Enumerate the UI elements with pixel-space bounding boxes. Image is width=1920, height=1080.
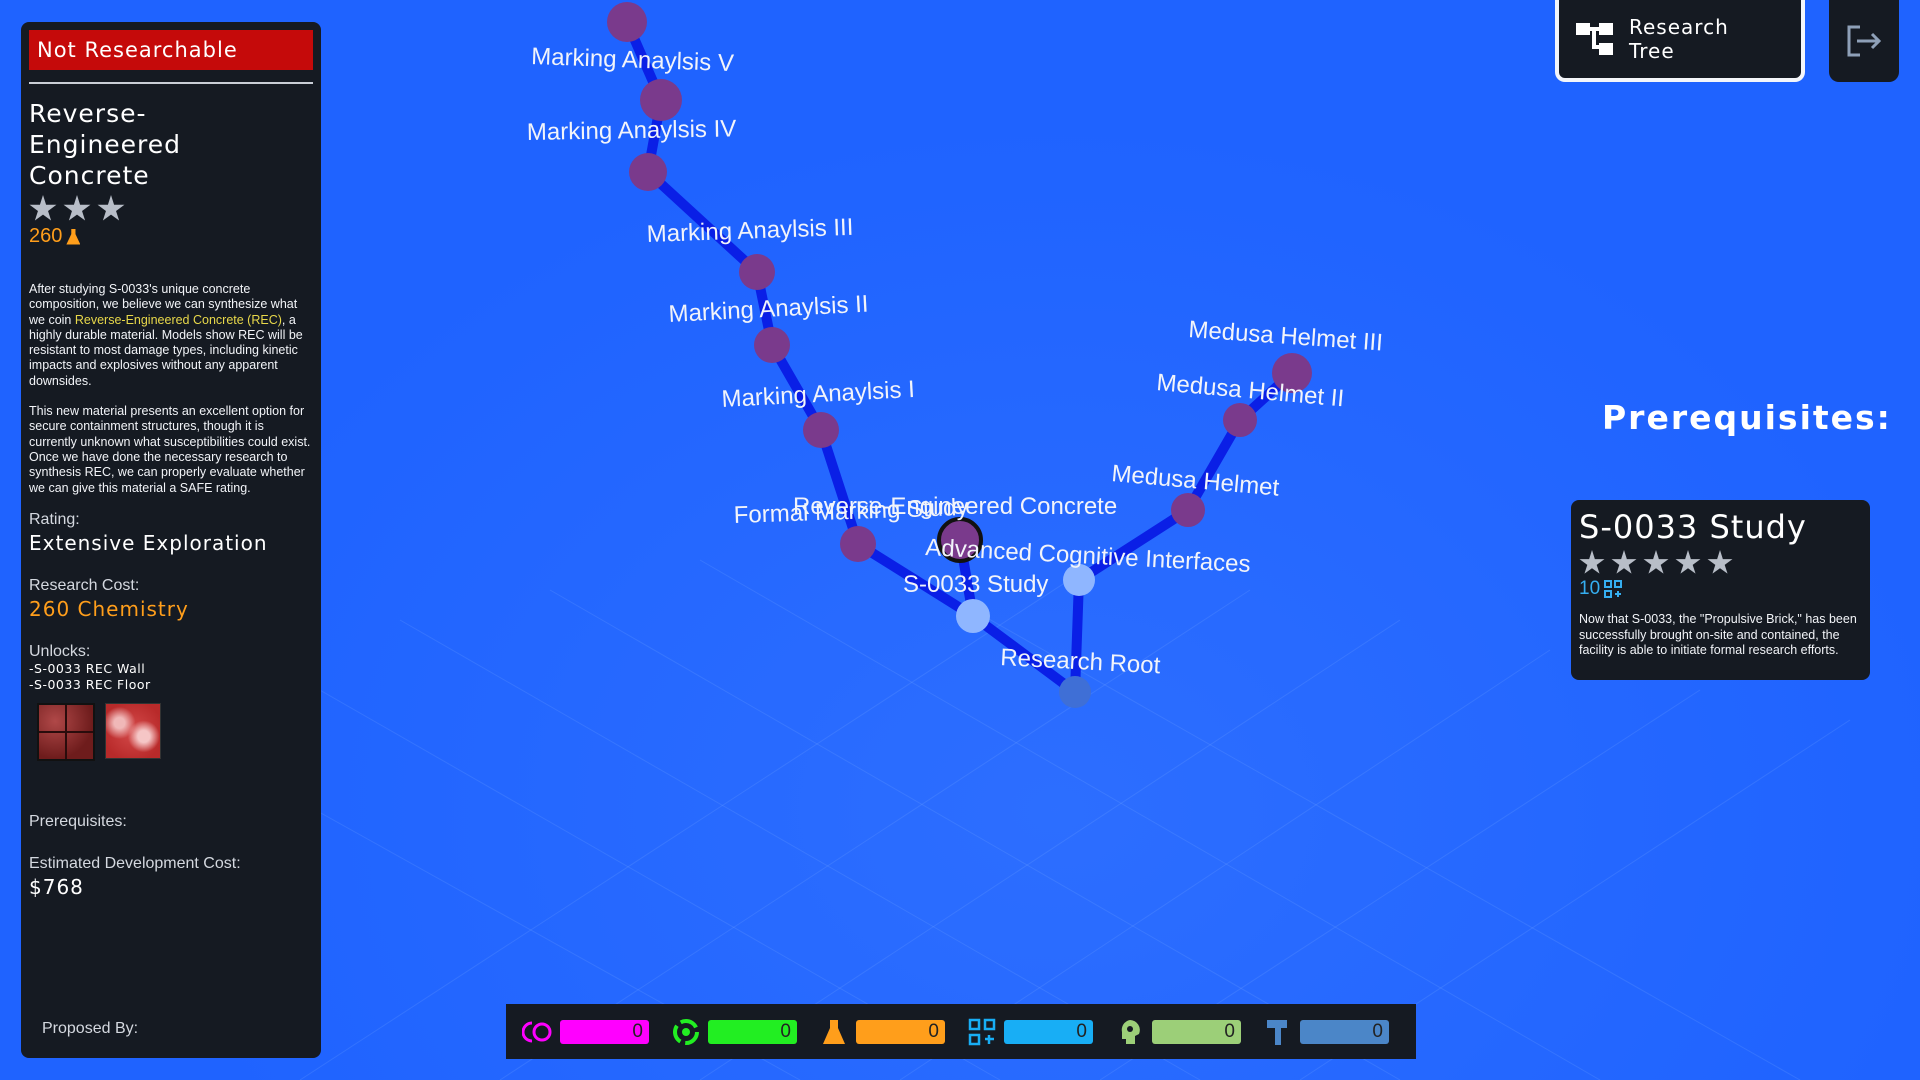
prerequisites-label: Prerequisites: xyxy=(29,812,127,830)
prerequisite-cost: 10 xyxy=(1579,578,1862,600)
prerequisites-heading: Prerequisites: xyxy=(1602,398,1892,437)
unlock-thumbnails xyxy=(37,702,313,761)
star-icon xyxy=(29,195,57,221)
tree-hierarchy-icon xyxy=(1576,23,1613,55)
label-marking-analysis-2: Marking Anaylsis II xyxy=(668,291,869,328)
head-icon xyxy=(1114,1018,1146,1046)
label-marking-analysis-5: Marking Anaylsis V xyxy=(531,43,735,77)
rating-value: Extensive Exploration xyxy=(29,530,268,555)
exit-button[interactable] xyxy=(1829,0,1899,82)
resource-containment: 0 xyxy=(522,1018,670,1046)
node-marking-analysis-4[interactable] xyxy=(640,79,682,121)
resource-engineering: 0 xyxy=(1262,1018,1410,1046)
unlock-item: -S-0033 REC Wall xyxy=(29,660,146,676)
proposed-by-label: Proposed By: xyxy=(42,1020,139,1037)
hammer-icon xyxy=(1262,1018,1294,1046)
resource-value: 0 xyxy=(1152,1019,1241,1044)
cost-value: 260 xyxy=(29,225,63,247)
rating-label: Rating: xyxy=(29,510,80,528)
node-s0033-study[interactable] xyxy=(956,599,990,633)
resource-biology: 0 xyxy=(670,1018,818,1046)
difficulty-stars xyxy=(29,195,313,223)
node-research-root[interactable] xyxy=(1059,676,1091,708)
node-marking-analysis-3[interactable] xyxy=(629,153,667,191)
star-icon xyxy=(63,195,91,221)
research-tree-label-line2: Tree xyxy=(1629,39,1675,63)
tree-labels: Marking Anaylsis V Marking Anaylsis IV M… xyxy=(527,43,1384,679)
research-tree-button[interactable]: Research Tree xyxy=(1555,0,1805,82)
prerequisite-cost-value: 10 xyxy=(1579,578,1601,599)
unlocks-label: Unlocks: xyxy=(29,642,91,660)
node-marking-analysis-2[interactable] xyxy=(739,254,775,290)
star-icon xyxy=(1707,550,1733,574)
research-info-panel: Not Researchable Reverse-Engineered Conc… xyxy=(21,22,321,1058)
resource-value: 0 xyxy=(856,1019,945,1044)
resource-value: 0 xyxy=(560,1019,649,1044)
label-medusa-helmet-3: Medusa Helmet III xyxy=(1188,316,1384,357)
description-paragraph-2: This new material presents an excellent … xyxy=(29,404,311,495)
unlock-item: -S-0033 REC Floor xyxy=(29,676,151,692)
node-medusa-helmet-2[interactable] xyxy=(1223,403,1257,437)
cost-summary: 260 xyxy=(29,225,313,248)
resource-value: 0 xyxy=(1300,1019,1389,1044)
label-s0033-study: S-0033 Study xyxy=(903,571,1048,598)
label-marking-analysis-3: Marking Anaylsis III xyxy=(646,214,854,248)
research-cost-label: Research Cost: xyxy=(29,576,140,594)
node-formal-marking-study[interactable] xyxy=(803,412,839,448)
node-medusa-helmet[interactable] xyxy=(1171,493,1205,527)
prerequisite-title: S-0033 Study xyxy=(1579,508,1807,546)
divider xyxy=(29,82,313,84)
star-icon xyxy=(97,195,125,221)
flask-icon xyxy=(66,228,81,245)
resource-psychology: 0 xyxy=(1114,1018,1262,1046)
status-badge: Not Researchable xyxy=(29,30,313,70)
research-tree-label: Research Tree xyxy=(1629,15,1729,63)
exit-icon xyxy=(1847,25,1882,57)
biohazard-icon xyxy=(670,1018,702,1046)
label-marking-analysis-1: Marking Anaylsis I xyxy=(721,376,916,413)
cycle-icon xyxy=(522,1018,554,1046)
label-research-root: Research Root xyxy=(1000,644,1162,679)
star-icon xyxy=(1579,550,1605,574)
resource-value: 0 xyxy=(1004,1019,1093,1044)
research-cost-value: 260 Chemistry xyxy=(29,596,189,621)
prerequisite-card[interactable]: S-0033 Study 10 Now that S-0033, the "Pr… xyxy=(1571,500,1870,680)
flask-icon xyxy=(818,1018,850,1046)
node-marking-analysis-1[interactable] xyxy=(754,327,790,363)
resource-value: 0 xyxy=(708,1019,797,1044)
research-tree-label-line1: Research xyxy=(1629,15,1729,39)
dev-cost-label: Estimated Development Cost: xyxy=(29,854,241,872)
resource-technology: 0 xyxy=(966,1018,1114,1046)
node-marking-analysis-5[interactable] xyxy=(607,2,647,42)
label-reverse-engineered-concrete: Reverse-Engineered Concrete xyxy=(793,493,1117,520)
resource-chemistry: 0 xyxy=(818,1018,966,1046)
label-marking-analysis-4: Marking Anaylsis IV xyxy=(527,115,737,146)
prerequisite-stars xyxy=(1579,550,1862,576)
dev-cost-value: $768 xyxy=(29,874,84,899)
resource-bar: 0 0 0 0 0 0 xyxy=(506,1004,1416,1059)
star-icon xyxy=(1611,550,1637,574)
node-formal-marking-study-2[interactable] xyxy=(840,526,876,562)
research-description: After studying S-0033's unique concrete … xyxy=(29,282,313,496)
star-icon xyxy=(1643,550,1669,574)
circuit-icon xyxy=(966,1018,998,1046)
research-title: Reverse-Engineered Concrete xyxy=(29,99,182,190)
prerequisite-description: Now that S-0033, the "Propulsive Brick,"… xyxy=(1579,612,1857,657)
rec-wall-thumbnail[interactable] xyxy=(37,702,95,761)
star-icon xyxy=(1675,550,1701,574)
rec-floor-thumbnail[interactable] xyxy=(105,702,161,759)
circuit-icon xyxy=(1604,580,1623,598)
description-highlight: Reverse-Engineered Concrete (REC) xyxy=(74,312,282,327)
